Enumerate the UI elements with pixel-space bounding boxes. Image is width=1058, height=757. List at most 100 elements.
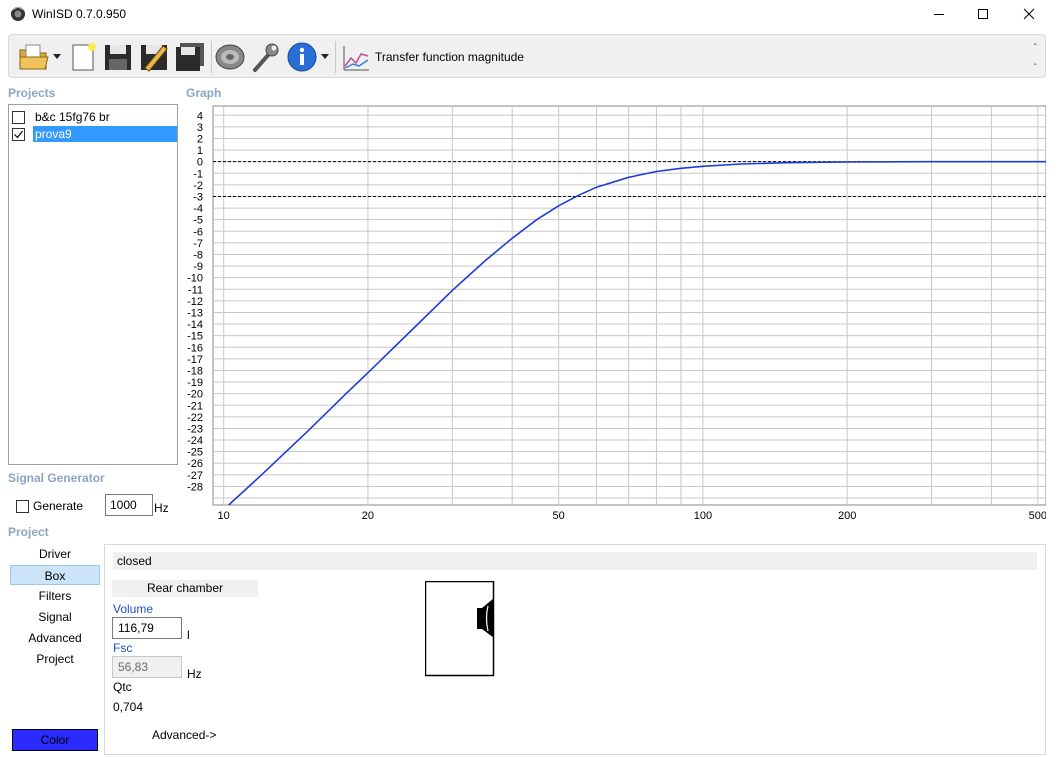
save-all-button[interactable] <box>173 40 207 74</box>
minimize-icon <box>934 14 944 15</box>
y-tick-label: -23 <box>187 423 203 435</box>
color-button[interactable]: Color <box>12 729 98 751</box>
save-button[interactable] <box>101 40 135 74</box>
project-checkbox[interactable] <box>12 110 25 124</box>
rear-chamber-tab[interactable]: Rear chamber <box>112 580 258 597</box>
y-tick-label: -24 <box>187 435 203 447</box>
volume-unit: l <box>187 628 190 642</box>
y-tick-label: -1 <box>193 168 203 180</box>
nav-item-filters[interactable]: Filters <box>10 586 100 606</box>
y-tick-label: -28 <box>187 481 203 493</box>
checkmark-icon <box>14 130 23 138</box>
graph-type-label[interactable]: Transfer function magnitude <box>375 50 524 64</box>
project-item[interactable]: prova9 <box>11 126 177 142</box>
info-icon <box>287 42 317 72</box>
project-section-title: Project <box>8 525 49 539</box>
box-type-header: closed <box>113 552 1037 570</box>
y-tick-label: -15 <box>187 331 203 343</box>
graph-type-button[interactable] <box>341 40 371 74</box>
advanced-link[interactable]: Advanced-> <box>152 728 216 742</box>
x-tick-label: 20 <box>362 510 374 522</box>
transfer-function-chart[interactable]: 43210-1-2-3-4-5-6-7-8-9-10-11-12-13-14-1… <box>184 104 1046 524</box>
x-tick-label: 50 <box>553 510 565 522</box>
toolbar-mark: - <box>1033 59 1037 70</box>
signal-frequency-input[interactable]: 1000 <box>105 494 153 516</box>
y-tick-label: -12 <box>187 296 203 308</box>
chevron-down-icon[interactable] <box>53 54 61 60</box>
y-tick-label: -11 <box>188 284 203 296</box>
y-tick-label: -26 <box>187 458 203 470</box>
projects-list[interactable]: b&c 15fg76 br prova9 <box>8 104 178 465</box>
y-tick-label: -18 <box>187 365 203 377</box>
nav-item-driver[interactable]: Driver <box>10 544 100 564</box>
y-tick-label: -4 <box>193 203 203 215</box>
y-tick-label: -10 <box>187 273 203 285</box>
toolbar-mark: - <box>1033 39 1037 50</box>
y-tick-label: 2 <box>197 133 203 145</box>
speaker-icon <box>215 44 245 70</box>
y-tick-label: -5 <box>193 215 203 227</box>
project-checkbox[interactable] <box>12 127 25 141</box>
signal-frequency-unit: Hz <box>154 501 169 515</box>
nav-item-signal[interactable]: Signal <box>10 607 100 627</box>
driver-editor-button[interactable] <box>213 40 247 74</box>
x-tick-label: 10 <box>218 510 230 522</box>
graph-title: Graph <box>186 86 222 100</box>
project-item[interactable]: b&c 15fg76 br <box>11 109 177 125</box>
nav-item-project[interactable]: Project <box>10 649 100 669</box>
nav-item-box[interactable]: Box <box>10 565 100 585</box>
main-toolbar: Transfer function magnitude - - <box>8 34 1046 78</box>
close-icon <box>1023 8 1035 20</box>
box-panel: closed Rear chamber Volume 116,79 l Fsc … <box>104 544 1046 755</box>
generate-toggle[interactable]: Generate <box>16 499 83 513</box>
title-bar: WinISD 0.7.0.950 <box>0 0 1058 28</box>
y-tick-label: -21 <box>187 400 203 412</box>
wrench-icon <box>253 43 279 72</box>
y-tick-label: -22 <box>187 412 203 424</box>
y-tick-label: -19 <box>187 377 203 389</box>
settings-button[interactable] <box>249 40 283 74</box>
window-title: WinISD 0.7.0.950 <box>32 7 127 21</box>
y-tick-label: 3 <box>197 122 203 134</box>
volume-label: Volume <box>113 602 154 616</box>
nav-item-advanced[interactable]: Advanced <box>10 628 100 648</box>
maximize-icon <box>978 9 988 19</box>
save-as-button[interactable] <box>137 40 171 74</box>
floppy-pencil-icon <box>141 45 168 72</box>
x-tick-label: 500 <box>1029 510 1046 522</box>
volume-input[interactable]: 116,79 <box>112 617 182 639</box>
maximize-button[interactable] <box>960 0 1006 28</box>
winisd-app-icon <box>11 6 25 21</box>
fsc-unit: Hz <box>187 667 202 681</box>
graph-panel[interactable]: 4 3 2 1 0 -1 -2 -3 -4 -5 -6 -7 -8 -9 -10 -11 -12 -13 -14 -1… <box>184 104 1046 524</box>
qtc-value: 0,704 <box>113 700 144 714</box>
y-tick-label: -25 <box>187 447 203 459</box>
y-tick-label: -8 <box>193 249 203 261</box>
y-tick-label: -9 <box>193 261 203 273</box>
y-tick-label: 4 <box>197 110 203 122</box>
box-diagram <box>425 581 495 677</box>
open-button[interactable] <box>17 40 51 74</box>
close-button[interactable] <box>1006 0 1052 28</box>
y-tick-label: -20 <box>187 389 203 401</box>
chevron-down-icon[interactable] <box>321 54 329 60</box>
info-button[interactable] <box>285 40 319 74</box>
y-tick-label: -7 <box>193 238 203 250</box>
x-tick-label: 200 <box>838 510 856 522</box>
fsc-input[interactable]: 56,83 <box>112 656 182 678</box>
y-tick-label: 0 <box>197 157 203 169</box>
y-tick-label: -3 <box>193 191 203 203</box>
y-tick-label: -2 <box>193 180 203 192</box>
minimize-button[interactable] <box>916 0 962 28</box>
project-label: prova9 <box>33 126 177 142</box>
toolbar-separator <box>211 41 212 73</box>
y-tick-label: -27 <box>187 470 203 482</box>
x-tick-label: 100 <box>694 510 712 522</box>
new-project-button[interactable] <box>67 40 101 74</box>
chart-line-icon <box>343 46 369 71</box>
generate-label: Generate <box>33 499 84 513</box>
y-tick-label: -17 <box>187 354 203 366</box>
project-label: b&c 15fg76 br <box>35 110 110 124</box>
toolbar-separator <box>335 41 336 73</box>
generate-checkbox[interactable] <box>16 499 29 513</box>
